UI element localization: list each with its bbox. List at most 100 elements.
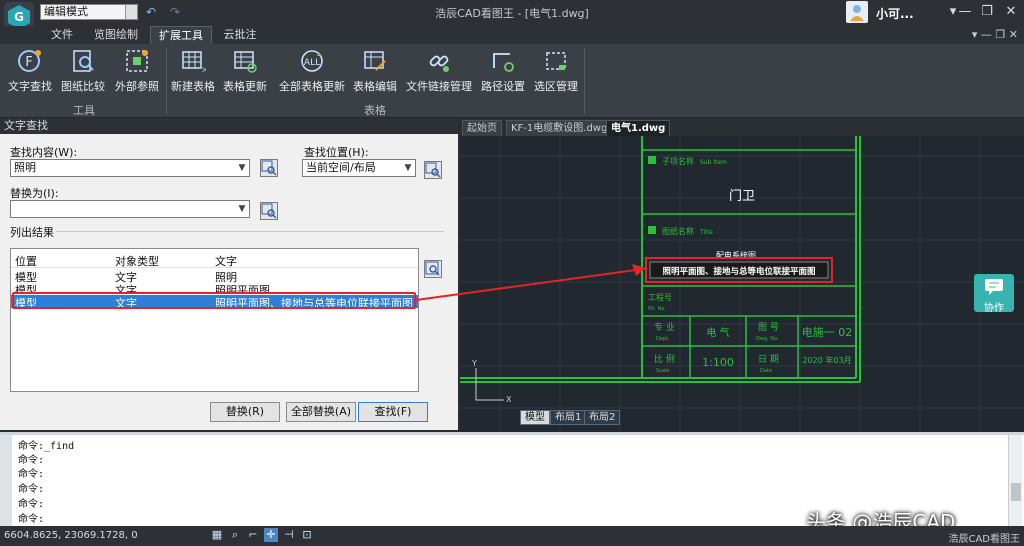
drawing-title-line2[interactable]: 照明平面图、接地与总等电位联接平面图	[662, 266, 815, 277]
undo-icon[interactable]: ↶	[144, 5, 158, 19]
drawing-number-label: 图 号	[758, 322, 779, 333]
text-find-button[interactable]: F 文字查找	[6, 48, 54, 98]
close-icon[interactable]: ✕	[1000, 3, 1022, 21]
chevron-down-icon[interactable]: ▼	[235, 201, 249, 217]
file-link-manager-label: 文件链接管理	[406, 80, 472, 93]
command-line: 命令:	[18, 499, 45, 510]
document-tab-bar: 起始页 KF-1电缆敷设图.dwg 电气1.dwg	[458, 118, 1024, 136]
find-content-label: 查找内容(W):	[10, 146, 78, 159]
text-find-label: 文字查找	[8, 80, 52, 93]
status-app-name: 浩辰CAD看图王	[948, 534, 1020, 545]
title-bar: G 编辑模式 ↶ ↷ 浩辰CAD看图王 - [电气1.dwg] 小可... ▾ …	[0, 0, 1024, 32]
panel-title: 文字查找	[0, 118, 458, 134]
group-label-tools: 工具	[73, 104, 95, 117]
tab-layout1[interactable]: 布局1	[550, 410, 587, 425]
snap-icon[interactable]: ✛	[264, 528, 278, 542]
drawing-compare-icon	[70, 48, 96, 74]
replace-button[interactable]: 替换(R)	[210, 402, 280, 422]
tab-model[interactable]: 模型	[520, 410, 550, 425]
mode-select[interactable]: 编辑模式	[40, 4, 138, 20]
title-label: 图纸名称	[662, 226, 694, 236]
result-row[interactable]: 模型 文字 照明平面图	[11, 282, 418, 292]
location-pick-button[interactable]	[424, 161, 442, 179]
date-en: Date	[760, 368, 772, 374]
axis-x-label: X	[506, 395, 512, 404]
tab-cloud-annotation[interactable]: 云批注	[218, 26, 262, 44]
update-all-tables-button[interactable]: ALL 全部表格更新	[276, 48, 348, 98]
path-settings-label: 路径设置	[481, 80, 525, 93]
highlight-box	[12, 292, 416, 309]
chevron-down-icon[interactable]: ▼	[235, 160, 249, 176]
result-row[interactable]: 模型 文字 照明	[11, 269, 418, 284]
zoom-icon[interactable]: ⌕	[228, 528, 242, 542]
minimize-icon[interactable]: —	[954, 3, 976, 21]
ribbon-window-controls[interactable]: ▾ — ❐ ✕	[972, 28, 1018, 41]
table-update-icon	[232, 48, 258, 74]
path-settings-button[interactable]: 路径设置	[478, 48, 528, 98]
external-reference-button[interactable]: 外部参照	[112, 48, 162, 98]
table-edit-label: 表格编辑	[353, 80, 397, 93]
ortho-icon[interactable]: ⊣	[282, 528, 296, 542]
command-scrollbar[interactable]	[1008, 435, 1022, 526]
marker-icon	[648, 226, 656, 234]
tab-cable-drawing[interactable]: KF-1电缆敷设图.dwg	[506, 120, 613, 136]
tab-file[interactable]: 文件	[46, 26, 78, 44]
chevron-down-icon	[125, 5, 137, 19]
coordinates-readout: 6604.8625, 23069.1728, 0	[4, 530, 138, 541]
drawing-compare-label: 图纸比较	[61, 80, 105, 93]
project-number-label: 工程号	[648, 293, 672, 302]
command-input[interactable]: 命令:	[18, 510, 44, 525]
command-line: 命令:	[18, 455, 45, 466]
ribbon-panel: F 文字查找 图纸比较 外部参照 工具 ✕ 新建表格 表格更新 ALL 全部表格…	[0, 44, 1024, 118]
replace-with-input[interactable]: ▼	[10, 200, 250, 218]
find-content-input[interactable]: 照明 ▼	[10, 159, 250, 177]
replace-all-button[interactable]: 全部替换(A)	[286, 402, 356, 422]
scale-value: 1:100	[702, 356, 734, 369]
drawing-compare-button[interactable]: 图纸比较	[60, 48, 106, 98]
tab-electrical-drawing[interactable]: 电气1.dwg	[606, 120, 671, 136]
object-snap-icon[interactable]: ⊡	[300, 528, 314, 542]
tab-start-page[interactable]: 起始页	[462, 120, 502, 136]
tab-extend-tools[interactable]: 扩展工具	[150, 26, 212, 44]
tab-view-draw[interactable]: 览图绘制	[88, 26, 144, 44]
tab-layout2[interactable]: 布局2	[584, 410, 621, 425]
path-settings-icon	[490, 48, 516, 74]
collaborate-label: 协作	[984, 303, 1004, 314]
table-edit-button[interactable]: 表格编辑	[352, 48, 398, 98]
selection-manager-button[interactable]: 选区管理	[532, 48, 580, 98]
find-location-select[interactable]: 当前空间/布局 ▼	[302, 159, 416, 177]
title-en: Title	[699, 229, 713, 236]
new-table-icon: ✕	[180, 48, 209, 76]
command-gutter	[0, 435, 12, 526]
text-find-icon: F	[17, 48, 43, 74]
find-button[interactable]: 查找(F)	[358, 402, 428, 422]
collaborate-button[interactable]: 协作	[974, 274, 1014, 314]
restore-icon[interactable]: ❐	[976, 3, 998, 21]
row-location: 模型	[15, 284, 37, 292]
table-update-label: 表格更新	[223, 80, 267, 93]
svg-text:G: G	[14, 10, 24, 24]
polar-icon[interactable]: ⌐	[246, 528, 260, 542]
user-avatar-icon[interactable]	[846, 1, 868, 23]
replace-pick-button[interactable]	[260, 202, 278, 220]
redo-icon[interactable]: ↷	[168, 5, 182, 19]
table-edit-icon	[362, 48, 388, 74]
chevron-down-icon[interactable]: ▼	[401, 160, 415, 176]
row-type: 文字	[115, 284, 137, 292]
results-list[interactable]: 位置 对象类型 文字 模型 文字 照明 模型 文字 照明平面图 模型 文字 照明…	[10, 248, 419, 392]
project-number-en: Pjt. No.	[648, 306, 666, 312]
svg-text:✕: ✕	[201, 66, 206, 74]
svg-text:ALL: ALL	[304, 58, 320, 68]
user-name[interactable]: 小可...	[876, 5, 914, 22]
table-update-button[interactable]: 表格更新	[222, 48, 268, 98]
find-pick-button[interactable]	[260, 159, 278, 177]
external-reference-icon	[124, 48, 150, 74]
external-reference-label: 外部参照	[115, 80, 159, 93]
new-table-button[interactable]: ✕ 新建表格	[170, 48, 216, 98]
divider	[11, 267, 418, 268]
layout-tab-bar: 模型 布局1 布局2	[460, 410, 1024, 426]
replace-with-label: 替换为(I):	[10, 187, 59, 200]
grid-icon[interactable]: ▦	[210, 528, 224, 542]
file-link-manager-button[interactable]: 文件链接管理	[406, 48, 472, 98]
scrollbar-thumb[interactable]	[1011, 483, 1021, 501]
